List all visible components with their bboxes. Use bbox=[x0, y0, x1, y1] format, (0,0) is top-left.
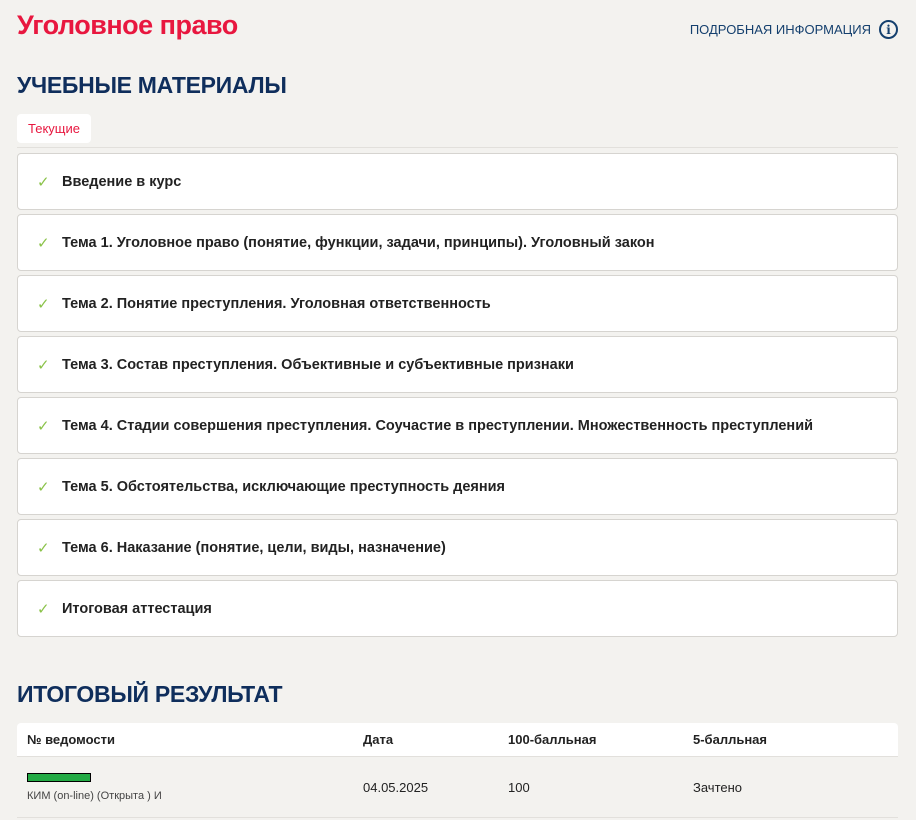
material-item-label: Тема 4. Стадии совершения преступления. … bbox=[62, 417, 814, 434]
material-item[interactable]: ✓ Тема 5. Обстоятельства, исключающие пре… bbox=[17, 458, 898, 515]
more-info-label: ПОДРОБНАЯ ИНФОРМАЦИЯ bbox=[689, 22, 871, 37]
material-item-label: Тема 1. Уголовное право (понятие, функци… bbox=[62, 234, 655, 251]
check-icon: ✓ bbox=[37, 295, 50, 313]
score5-cell: Зачтено bbox=[693, 779, 743, 795]
table-row: КИМ (on-line) (Открыта ) И 04.05.2025 10… bbox=[17, 757, 898, 818]
results-heading: ИТОГОВЫЙ РЕЗУЛЬТАТ bbox=[17, 681, 283, 707]
column-header: № ведомости bbox=[27, 732, 115, 747]
check-icon: ✓ bbox=[37, 539, 50, 557]
material-item[interactable]: ✓ Тема 3. Состав преступления. Объективны… bbox=[17, 336, 898, 393]
material-item-label: Тема 5. Обстоятельства, исключающие прес… bbox=[62, 478, 505, 495]
status-bar bbox=[27, 772, 91, 782]
material-item[interactable]: ✓ Тема 2. Понятие преступления. Уголовная… bbox=[17, 275, 898, 332]
check-icon: ✓ bbox=[37, 234, 50, 252]
material-item[interactable]: ✓ Тема 4. Стадии совершения преступления.… bbox=[17, 397, 898, 454]
material-item-label: Итоговая аттестация bbox=[62, 600, 212, 617]
check-icon: ✓ bbox=[37, 173, 50, 191]
material-item[interactable]: ✓ Тема 6. Наказание (понятие, цели, виды,… bbox=[17, 519, 898, 576]
divider bbox=[17, 147, 898, 148]
materials-heading: УЧЕБНЫЕ МАТЕРИАЛЫ bbox=[17, 72, 287, 98]
more-info-link[interactable]: ПОДРОБНАЯ ИНФОРМАЦИЯ i bbox=[690, 20, 898, 39]
date-cell: 04.05.2025 bbox=[363, 779, 429, 795]
tab-current[interactable]: Текущие bbox=[17, 114, 91, 143]
column-header: 5-балльная bbox=[693, 732, 767, 747]
sheet-name: КИМ (on-line) (Открыта ) И bbox=[27, 789, 162, 802]
material-item-label: Тема 2. Понятие преступления. Уголовная … bbox=[62, 295, 491, 312]
column-header: Дата bbox=[363, 732, 394, 747]
material-item[interactable]: ✓ Введение в курс bbox=[17, 153, 898, 210]
score100-cell: 100 bbox=[508, 779, 530, 795]
material-item[interactable]: ✓ Итоговая аттестация bbox=[17, 580, 898, 637]
table-header: № ведомости Дата 100-балльная 5-балльная bbox=[17, 723, 898, 757]
check-icon: ✓ bbox=[37, 600, 50, 618]
materials-list: ✓ Введение в курс ✓ Тема 1. Уголовное право… bbox=[17, 153, 898, 641]
check-icon: ✓ bbox=[37, 417, 50, 435]
material-item-label: Введение в курс bbox=[62, 173, 182, 190]
column-header: 100-балльная bbox=[508, 732, 597, 747]
material-item[interactable]: ✓ Тема 1. Уголовное право (понятие, функц… bbox=[17, 214, 898, 271]
results-table: № ведомости Дата 100-балльная 5-балльная… bbox=[17, 723, 898, 818]
check-icon: ✓ bbox=[37, 478, 50, 496]
check-icon: ✓ bbox=[37, 356, 50, 374]
material-item-label: Тема 3. Состав преступления. Объективные… bbox=[62, 356, 574, 373]
info-icon: i bbox=[879, 20, 898, 39]
material-item-label: Тема 6. Наказание (понятие, цели, виды, … bbox=[62, 539, 446, 556]
page-title: Уголовное право bbox=[17, 10, 238, 40]
